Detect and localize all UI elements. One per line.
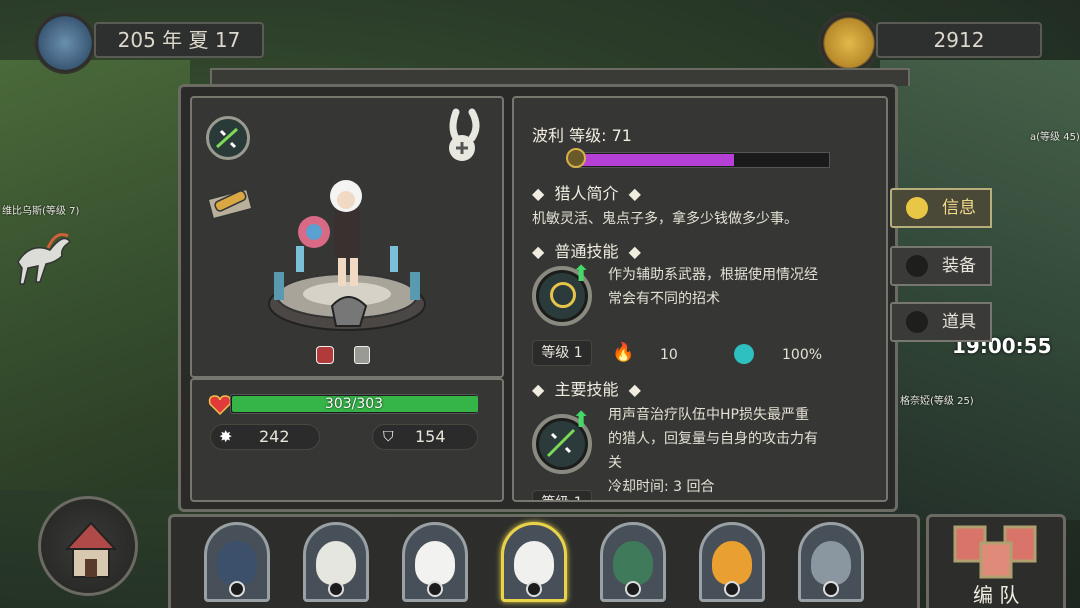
attack-burst-icon: ✸ (219, 427, 233, 446)
character-model (268, 180, 426, 331)
class-badge-icon (427, 581, 443, 597)
map-label-right-top: a(等级 45) (1030, 132, 1080, 143)
level-up-arrow-icon (566, 148, 586, 168)
exp-bar (572, 152, 830, 168)
hunter-face-icon (217, 541, 257, 585)
portrait-hunter-5[interactable] (600, 522, 666, 602)
defense-shield-icon: ⛉ (383, 429, 394, 445)
tab-info-label: 信息 (942, 198, 976, 218)
class-badge-icon (724, 581, 740, 597)
normal-skill-accuracy: 100% (782, 347, 823, 363)
attack-type-badge-icon[interactable] (316, 346, 334, 364)
team-button-label: 编 队 (973, 583, 1020, 607)
portrait-hunter-1[interactable] (204, 522, 270, 602)
class-badge-icon (229, 581, 245, 597)
season-globe-icon[interactable] (34, 12, 96, 74)
class-badge-icon (328, 581, 344, 597)
hp-bar: 303/303 (230, 394, 478, 414)
gold-coin-icon (818, 12, 880, 74)
tab-items[interactable]: 道具 (890, 302, 992, 342)
tab-equipment-label: 装备 (942, 256, 976, 276)
portrait-hunter-3[interactable] (402, 522, 468, 602)
main-skill-cooldown: 冷却时间: 3 回合 (608, 479, 715, 495)
date-display: 205 年 夏 17 (94, 22, 264, 58)
character-preview-panel (190, 96, 504, 378)
hunter-face-icon (415, 541, 455, 585)
portrait-hunter-7[interactable] (798, 522, 864, 602)
portrait-hunter-6[interactable] (699, 522, 765, 602)
house-icon (64, 521, 118, 578)
map-creature-label: 维比乌斯(等级 7) (2, 206, 80, 217)
telescope-icon[interactable] (206, 180, 256, 222)
portrait-hunter-4[interactable] (501, 522, 567, 602)
fire-icon: 🔥 (612, 342, 635, 363)
shield-type-badge-icon[interactable] (354, 346, 370, 364)
main-skill-title: ◆ 主要技能 ◆ (532, 380, 641, 399)
intro-text: 机敏灵活、鬼点子多，拿多少钱做多少事。 (532, 211, 798, 227)
main-skill-upgrade-arrow-icon[interactable]: ⬆ (572, 410, 592, 434)
normal-skill-level: 等级 1 (532, 340, 592, 366)
upgrade-arrow-icon[interactable]: ⬆ (572, 264, 592, 288)
info-panel[interactable]: 波利 等级: 71 ◆ 猎人简介 ◆ 机敏灵活、鬼点子多，拿多少钱做多少事。 ◆… (512, 96, 888, 502)
home-button[interactable] (38, 496, 138, 596)
normal-skill-title: ◆ 普通技能 ◆ (532, 242, 641, 261)
helmet-icon (906, 255, 928, 277)
tab-info[interactable]: 信息 (890, 188, 992, 228)
normal-skill-desc-1: 作为辅助系武器，根据使用情况经 (608, 267, 818, 283)
hp-text: 303/303 (324, 396, 384, 412)
hunter-face-icon (811, 541, 851, 585)
potion-icon (906, 311, 928, 333)
intro-title: ◆ 猎人简介 ◆ (532, 184, 641, 203)
raptor-creature-icon[interactable] (10, 222, 74, 288)
info-icon (906, 197, 928, 219)
heart-icon (208, 395, 232, 416)
portrait-hunter-2[interactable] (303, 522, 369, 602)
main-skill-desc-1: 用声音治疗队伍中HP损失最严重 (608, 407, 809, 423)
defense-stat: ⛉ 154 (372, 424, 478, 450)
weapon-type-icon[interactable] (206, 116, 250, 160)
attack-stat: ✸ 242 (210, 424, 320, 450)
class-badge-icon (526, 581, 542, 597)
attack-value: 242 (259, 427, 290, 446)
class-badge-icon (625, 581, 641, 597)
team-formation-icon (953, 525, 1037, 579)
hunter-name-level: 波利 等级: 71 (532, 126, 632, 145)
normal-skill-desc-2: 常会有不同的招术 (608, 291, 720, 307)
map-label-right-mid: 格奈婭(等级 25) (900, 396, 974, 407)
tab-equipment[interactable]: 装备 (890, 246, 992, 286)
gold-counter: 2912 (876, 22, 1042, 58)
defense-value: 154 (415, 427, 446, 446)
main-skill-level: 等级 1 (532, 490, 592, 500)
main-skill-desc-3: 关 (608, 455, 622, 471)
normal-skill-damage: 10 (660, 347, 678, 363)
accuracy-icon (734, 344, 754, 364)
hunter-face-icon (316, 541, 356, 585)
stats-panel: 303/303 ✸ 242 ⛉ 154 (190, 378, 504, 502)
hunter-face-icon (514, 541, 554, 585)
hunter-face-icon (613, 541, 653, 585)
team-button[interactable]: 编 队 (926, 514, 1066, 608)
class-badge-icon (823, 581, 839, 597)
hunter-face-icon (712, 541, 752, 585)
main-skill-desc-2: 的猎人，回复量与自身的攻击力有 (608, 431, 818, 447)
tab-items-label: 道具 (942, 312, 976, 332)
rabbit-add-icon[interactable] (442, 108, 488, 164)
